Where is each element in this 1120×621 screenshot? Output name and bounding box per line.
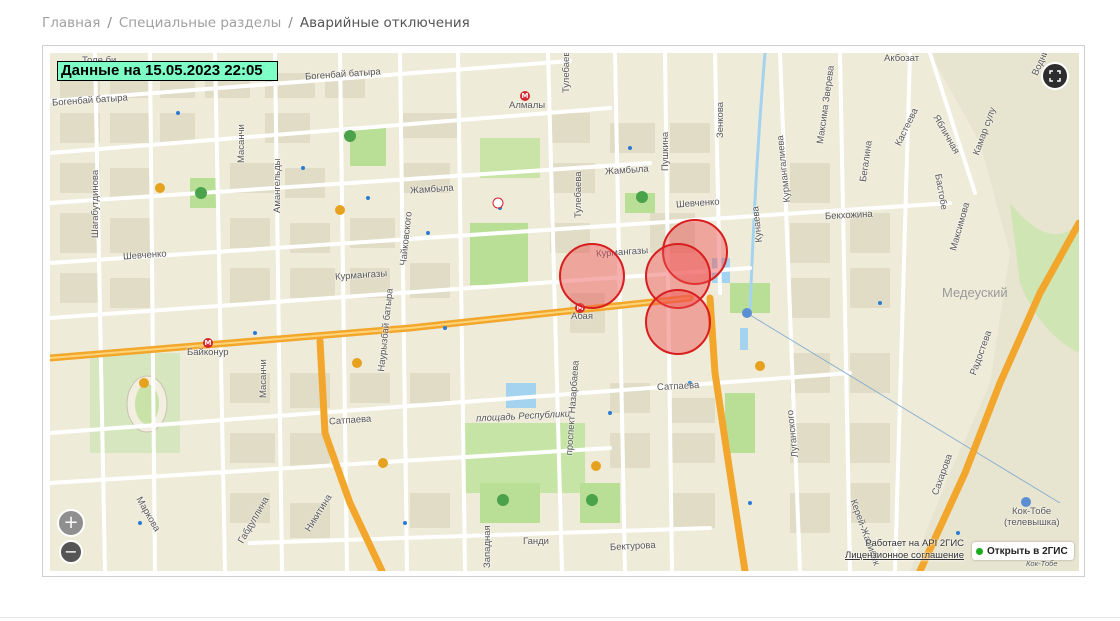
location-pin-icon — [976, 547, 983, 555]
breadcrumb: Главная / Специальные разделы / Аварийны… — [42, 15, 470, 31]
attribution-api: Работает на API 2ГИС — [865, 538, 965, 549]
open-in-2gis-button[interactable]: Открыть в 2ГИС — [972, 542, 1074, 560]
street-label: Байконур — [187, 347, 229, 358]
fullscreen-icon — [1049, 70, 1061, 82]
fullscreen-button[interactable] — [1041, 62, 1069, 90]
zoom-in-button[interactable]: + — [57, 509, 85, 537]
footer-divider — [0, 617, 1120, 618]
map-attribution: Работает на API 2ГИС Лицензионное соглаш… — [845, 538, 964, 562]
street-label: Тулебаева — [573, 171, 584, 218]
license-link[interactable]: Лицензионное соглашение — [845, 550, 964, 562]
metro-icon: М — [520, 91, 530, 101]
breadcrumb-separator: / — [288, 15, 293, 31]
plus-icon: + — [63, 512, 79, 533]
data-timestamp-label: Данные на 15.05.2023 22:05 — [57, 61, 278, 81]
map-canvas[interactable]: Медеуский Толе би Богенбай батыра Богенб… — [50, 53, 1079, 571]
place-label: (телевышка) — [1004, 517, 1060, 528]
map-base-layer — [50, 53, 1079, 571]
breadcrumb-special-sections[interactable]: Специальные разделы — [119, 15, 281, 31]
breadcrumb-current: Аварийные отключения — [299, 15, 470, 31]
district-label: Медеуский — [942, 285, 1008, 300]
outage-zone[interactable] — [559, 243, 625, 309]
street-label: Пушкина — [660, 131, 671, 171]
street-label: Акбозат — [884, 53, 920, 64]
street-label: Масанчи — [236, 124, 247, 163]
outage-zone[interactable] — [645, 289, 711, 355]
map-frame: Медеуский Толе би Богенбай батыра Богенб… — [42, 45, 1085, 577]
street-label: Тулебаева — [561, 53, 572, 93]
street-label: Масанчи — [258, 359, 269, 398]
place-label: Кок-Тобе — [1026, 559, 1058, 568]
place-label: Кок-Тобе — [1012, 506, 1052, 517]
street-label: Зенкова — [715, 101, 726, 138]
street-label: Абая — [571, 311, 593, 322]
zoom-out-button[interactable]: − — [59, 540, 83, 564]
street-label: Алмалы — [509, 100, 546, 111]
minus-icon: − — [64, 542, 78, 561]
street-label: Ганди — [523, 536, 549, 547]
breadcrumb-home[interactable]: Главная — [42, 15, 100, 31]
street-label: Шагабутдинова — [90, 169, 101, 238]
street-label: Амангельды — [272, 158, 283, 214]
street-label: Западная — [482, 525, 493, 568]
open-in-2gis-label: Открыть в 2ГИС — [987, 545, 1068, 557]
metro-icon: М — [203, 338, 213, 348]
street-label: Сатпаева — [656, 379, 700, 394]
breadcrumb-separator: / — [107, 15, 112, 31]
